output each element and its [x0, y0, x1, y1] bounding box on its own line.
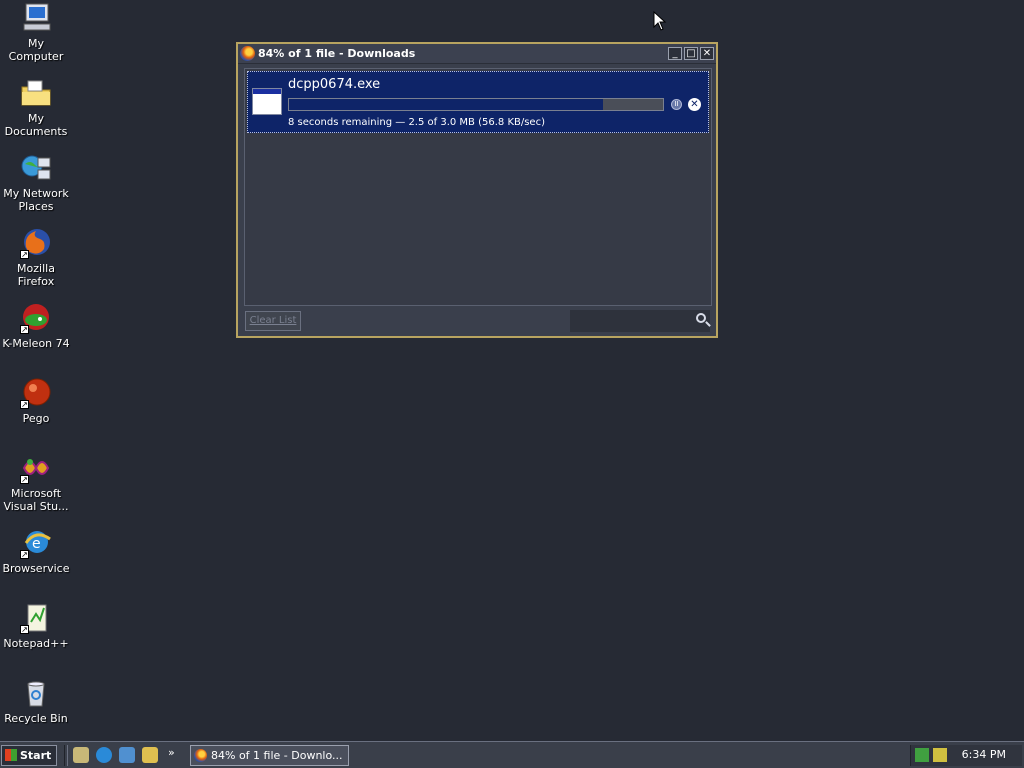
system-tray: 6:34 PM: [910, 745, 1022, 766]
download-progress-bar: [288, 98, 664, 111]
search-folder-icon[interactable]: [142, 747, 158, 763]
desktop-icon-my-computer[interactable]: My Computer: [0, 2, 72, 63]
shortcut-arrow-icon: ↗: [20, 625, 29, 634]
pause-button[interactable]: II: [671, 99, 682, 110]
desktop-icon-my-network-places[interactable]: My Network Places: [0, 152, 72, 213]
svg-text:e: e: [32, 536, 41, 552]
executable-file-icon: [252, 88, 282, 115]
network-tray-icon[interactable]: [915, 748, 929, 762]
cancel-download-button[interactable]: ✕: [688, 98, 701, 111]
desktop-icon-label: Pego: [22, 412, 50, 425]
desktop-icon-mozilla-firefox[interactable]: ↗ Mozilla Firefox: [0, 227, 72, 288]
windows-logo-icon: [5, 749, 17, 761]
desktop-icon-recycle-bin[interactable]: Recycle Bin: [0, 677, 72, 725]
shortcut-arrow-icon: ↗: [20, 550, 29, 559]
desktop-icon-pego[interactable]: ↗ Pego: [0, 377, 72, 425]
shortcut-arrow-icon: ↗: [20, 400, 29, 409]
start-button[interactable]: Start: [1, 745, 57, 766]
desktop-icon-notepad-plus-plus[interactable]: ↗ Notepad++: [0, 602, 72, 650]
firefox-icon: ↗: [20, 227, 52, 259]
start-label: Start: [20, 749, 52, 762]
recycle-bin-icon: [20, 677, 52, 709]
maximize-button[interactable]: □: [684, 47, 698, 60]
taskbar-button-downloads[interactable]: 84% of 1 file - Downlo...: [190, 745, 349, 766]
firefox-icon: [240, 46, 255, 61]
desktop-icon-label: My Network Places: [3, 187, 69, 213]
clear-list-button[interactable]: Clear List: [245, 311, 301, 331]
taskbar-button-label: 84% of 1 file - Downlo...: [211, 749, 343, 762]
security-tray-icon[interactable]: [933, 748, 947, 762]
desktop-icon-k-meleon[interactable]: ↗ K-Meleon 74: [0, 302, 72, 350]
quicklaunch-separator: [64, 745, 68, 766]
downloads-list[interactable]: dcpp0674.exe II ✕ 8 seconds remaining — …: [244, 68, 712, 306]
taskbar: Start » 84% of 1 file - Downlo... 6:34 P…: [0, 741, 1024, 768]
download-filename: dcpp0674.exe: [288, 77, 381, 92]
k-meleon-icon: ↗: [20, 302, 52, 334]
documents-folder-icon: [20, 77, 52, 109]
download-status: 8 seconds remaining — 2.5 of 3.0 MB (56.…: [288, 117, 545, 128]
close-button[interactable]: ✕: [700, 47, 714, 60]
computer-icon: [20, 2, 52, 34]
mouse-cursor-icon: [653, 10, 667, 34]
desktop-icon-label: K-Meleon 74: [2, 337, 70, 350]
windows-media-icon[interactable]: [119, 747, 135, 763]
show-desktop-icon[interactable]: [73, 747, 89, 763]
downloads-bottom-bar: Clear List: [244, 308, 710, 334]
quicklaunch-overflow-chevron-icon[interactable]: »: [168, 746, 175, 759]
search-input[interactable]: [570, 310, 710, 332]
desktop-icon-visual-studio[interactable]: ↗ Microsoft Visual Stu...: [0, 452, 72, 513]
internet-explorer-icon: e ↗: [20, 527, 52, 559]
firefox-icon: [194, 749, 207, 762]
download-item[interactable]: dcpp0674.exe II ✕ 8 seconds remaining — …: [247, 71, 709, 133]
downloads-window[interactable]: 84% of 1 file - Downloads _ □ ✕ dcpp0674…: [236, 42, 718, 338]
desktop-icon-label: Recycle Bin: [4, 712, 68, 725]
shortcut-arrow-icon: ↗: [20, 250, 29, 259]
window-titlebar[interactable]: 84% of 1 file - Downloads _ □ ✕: [238, 44, 716, 64]
desktop-icon-label: My Documents: [4, 112, 68, 138]
desktop-icon-my-documents[interactable]: My Documents: [0, 77, 72, 138]
desktop-icon-label: Notepad++: [3, 637, 69, 650]
shortcut-arrow-icon: ↗: [20, 325, 29, 334]
search-icon[interactable]: [696, 313, 706, 323]
progress-fill: [289, 99, 604, 110]
minimize-button[interactable]: _: [668, 47, 682, 60]
taskbar-clock[interactable]: 6:34 PM: [962, 748, 1006, 761]
window-title: 84% of 1 file - Downloads: [258, 47, 416, 60]
pego-icon: ↗: [20, 377, 52, 409]
desktop-icon-label: Mozilla Firefox: [17, 262, 55, 288]
network-globe-icon: [20, 152, 52, 184]
visual-studio-icon: ↗: [20, 452, 52, 484]
notepad-plus-plus-icon: ↗: [20, 602, 52, 634]
desktop-icon-label: Microsoft Visual Stu...: [3, 487, 69, 513]
shortcut-arrow-icon: ↗: [20, 475, 29, 484]
desktop-icon-label: Browservice: [2, 562, 70, 575]
desktop-icon-browservice[interactable]: e ↗ Browservice: [0, 527, 72, 575]
desktop-icon-label: My Computer: [8, 37, 64, 63]
internet-explorer-icon[interactable]: [96, 747, 112, 763]
